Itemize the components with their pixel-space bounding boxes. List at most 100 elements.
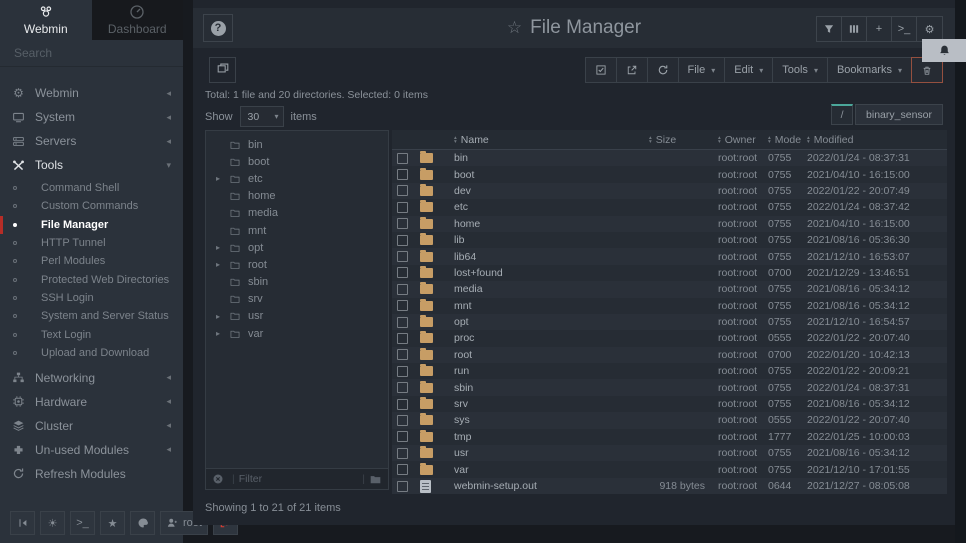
row-checkbox[interactable]: [397, 481, 408, 492]
tree-node-bin[interactable]: bin: [206, 136, 388, 153]
menu-edit[interactable]: Edit▾: [725, 58, 773, 82]
path-host-button[interactable]: binary_sensor: [855, 104, 943, 125]
file-name[interactable]: run: [454, 365, 649, 377]
sidebar-item-file-manager[interactable]: File Manager: [0, 216, 183, 234]
expand-caret-icon[interactable]: ▸: [216, 312, 229, 321]
table-row-boot[interactable]: bootroot:root07552021/04/10 - 16:15:00: [392, 166, 947, 182]
file-name[interactable]: opt: [454, 316, 649, 328]
file-name[interactable]: mnt: [454, 300, 649, 312]
column-header-size[interactable]: ▴▾Size: [649, 134, 709, 146]
sidebar-item-servers[interactable]: Servers◂: [0, 129, 183, 153]
file-name[interactable]: media: [454, 283, 649, 295]
row-checkbox[interactable]: [397, 317, 408, 328]
table-row-dev[interactable]: devroot:root07552022/01/22 - 20:07:49: [392, 183, 947, 199]
tree-node-var[interactable]: ▸var: [206, 325, 388, 342]
file-name[interactable]: tmp: [454, 431, 649, 443]
plus-button[interactable]: +: [867, 17, 892, 41]
file-name[interactable]: proc: [454, 332, 649, 344]
table-row-var[interactable]: varroot:root07552021/12/10 - 17:01:55: [392, 461, 947, 477]
row-checkbox[interactable]: [397, 169, 408, 180]
page-size-select[interactable]: 30 ▾: [240, 106, 284, 127]
gear-button[interactable]: ⚙: [917, 17, 942, 41]
table-row-run[interactable]: runroot:root07552022/01/22 - 20:09:21: [392, 363, 947, 379]
column-header-mode[interactable]: ▴▾Mode: [755, 134, 795, 146]
sidebar-item-cluster[interactable]: Cluster◂: [0, 414, 183, 438]
file-name[interactable]: sys: [454, 414, 649, 426]
sidebar-item-perl-modules[interactable]: Perl Modules: [0, 252, 183, 270]
funnel-button[interactable]: [817, 17, 842, 41]
terminal-button[interactable]: >_: [892, 17, 917, 41]
file-name[interactable]: var: [454, 464, 649, 476]
file-name[interactable]: root: [454, 349, 649, 361]
expand-caret-icon[interactable]: ▸: [216, 174, 229, 183]
table-row-media[interactable]: mediaroot:root07552021/08/16 - 05:34:12: [392, 281, 947, 297]
help-button[interactable]: ?: [203, 14, 233, 42]
tree-node-opt[interactable]: ▸opt: [206, 239, 388, 256]
file-name[interactable]: etc: [454, 201, 649, 213]
sidebar-item-command-shell[interactable]: Command Shell: [0, 179, 183, 197]
column-header-name[interactable]: ▴▾Name: [454, 134, 649, 146]
row-checkbox[interactable]: [397, 448, 408, 459]
menu-tools[interactable]: Tools▾: [773, 58, 828, 82]
sidebar-item-networking[interactable]: Networking◂: [0, 366, 183, 390]
row-checkbox[interactable]: [397, 333, 408, 344]
expand-caret-icon[interactable]: ▸: [216, 329, 229, 338]
table-row-home[interactable]: homeroot:root07552021/04/10 - 16:15:00: [392, 216, 947, 232]
table-row-mnt[interactable]: mntroot:root07552021/08/16 - 05:34:12: [392, 298, 947, 314]
refresh-button[interactable]: [648, 58, 679, 82]
tree-node-home[interactable]: home: [206, 188, 388, 205]
row-checkbox[interactable]: [397, 218, 408, 229]
clear-filter-icon[interactable]: [212, 473, 224, 485]
sidebar-item-upload-and-download[interactable]: Upload and Download: [0, 344, 183, 362]
share-button[interactable]: [617, 58, 648, 82]
sidebar-item-un-used-modules[interactable]: Un-used Modules◂: [0, 438, 183, 462]
file-name[interactable]: boot: [454, 169, 649, 181]
row-checkbox[interactable]: [397, 267, 408, 278]
menu-file[interactable]: File▾: [679, 58, 726, 82]
sidebar-item-system-and-server-status[interactable]: System and Server Status: [0, 307, 183, 325]
table-row-proc[interactable]: procroot:root05552022/01/22 - 20:07:40: [392, 330, 947, 346]
table-row-bin[interactable]: binroot:root07552022/01/24 - 08:37:31: [392, 150, 947, 166]
search-input[interactable]: [12, 45, 171, 61]
sidebar-item-custom-commands[interactable]: Custom Commands: [0, 197, 183, 215]
table-row-sbin[interactable]: sbinroot:root07552022/01/24 - 08:37:31: [392, 379, 947, 395]
row-checkbox[interactable]: [397, 349, 408, 360]
folder-filter-icon[interactable]: [369, 474, 382, 485]
table-row-lost-found[interactable]: lost+foundroot:root07002021/12/29 - 13:4…: [392, 265, 947, 281]
check-square-button[interactable]: [586, 58, 617, 82]
filter-input[interactable]: Filter: [239, 473, 359, 485]
tree-node-sbin[interactable]: sbin: [206, 274, 388, 291]
collapse-button[interactable]: [10, 511, 35, 535]
row-checkbox[interactable]: [397, 399, 408, 410]
sidebar-item-tools[interactable]: Tools▾: [0, 153, 183, 177]
file-name[interactable]: bin: [454, 152, 649, 164]
row-checkbox[interactable]: [397, 251, 408, 262]
expand-caret-icon[interactable]: ▸: [216, 243, 229, 252]
tree-node-boot[interactable]: boot: [206, 153, 388, 170]
sidebar-item-webmin[interactable]: ⚙Webmin◂: [0, 81, 183, 105]
tab-dashboard[interactable]: Dashboard: [92, 0, 184, 40]
tree-node-mnt[interactable]: mnt: [206, 222, 388, 239]
sun-button[interactable]: ☀: [40, 511, 65, 535]
menu-bookmarks[interactable]: Bookmarks▾: [828, 58, 912, 82]
tree-node-etc[interactable]: ▸etc: [206, 170, 388, 187]
select-view-button[interactable]: [209, 57, 236, 83]
sidebar-item-protected-web-directories[interactable]: Protected Web Directories: [0, 270, 183, 288]
sidebar-item-text-login[interactable]: Text Login: [0, 325, 183, 343]
file-name[interactable]: sbin: [454, 382, 649, 394]
table-row-sys[interactable]: sysroot:root05552022/01/22 - 20:07:40: [392, 412, 947, 428]
favorite-star-icon[interactable]: ☆: [507, 18, 522, 38]
file-name[interactable]: lost+found: [454, 267, 649, 279]
sidebar-item-ssh-login[interactable]: SSH Login: [0, 289, 183, 307]
sidebar-item-system[interactable]: System◂: [0, 105, 183, 129]
row-checkbox[interactable]: [397, 382, 408, 393]
table-row-lib[interactable]: libroot:root07552021/08/16 - 05:36:30: [392, 232, 947, 248]
column-header-modified[interactable]: ▴▾Modified: [795, 134, 947, 146]
tree-node-root[interactable]: ▸root: [206, 256, 388, 273]
file-name[interactable]: home: [454, 218, 649, 230]
sidebar-item-hardware[interactable]: Hardware◂: [0, 390, 183, 414]
expand-caret-icon[interactable]: ▸: [216, 260, 229, 269]
notifications-tab[interactable]: [922, 39, 966, 62]
file-name[interactable]: srv: [454, 398, 649, 410]
row-checkbox[interactable]: [397, 366, 408, 377]
